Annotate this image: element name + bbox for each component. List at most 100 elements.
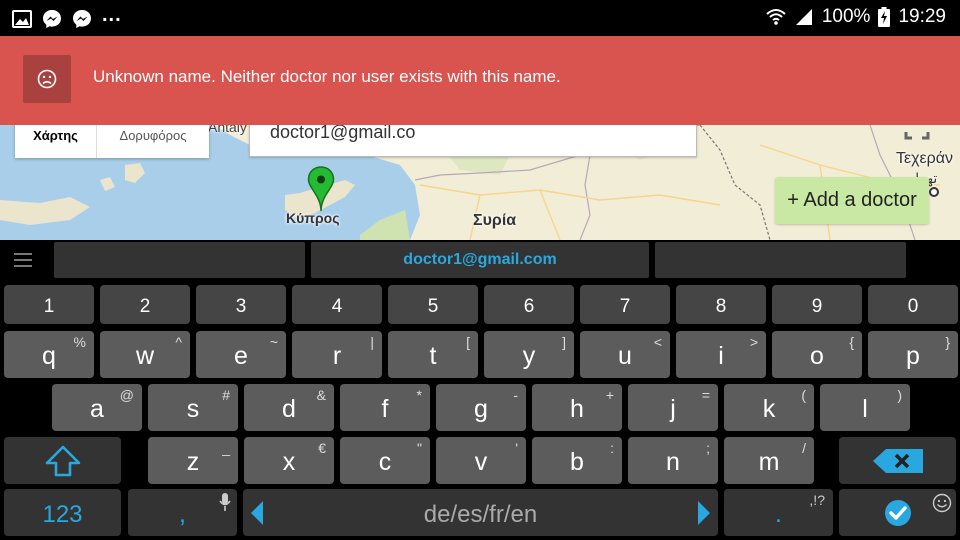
key-r-alt: |	[370, 334, 374, 350]
key-g-alt: -	[513, 387, 518, 403]
key-q-label: q	[42, 342, 56, 370]
key-u-alt: <	[653, 334, 662, 350]
battery-charging-icon	[878, 7, 891, 27]
arrow-left-icon	[251, 501, 263, 525]
key-m-alt: /	[802, 440, 806, 456]
key-d[interactable]: d &	[244, 384, 334, 431]
arrow-right-icon	[698, 501, 710, 525]
key-z-label: z	[186, 448, 200, 476]
keyboard-menu-icon[interactable]	[14, 253, 32, 267]
key-p[interactable]: p}	[868, 331, 958, 378]
key-0[interactable]: 0	[868, 285, 958, 324]
key-s-label: s	[186, 395, 200, 423]
key-e-alt: ~	[269, 334, 278, 350]
key-c-label: c	[378, 448, 392, 476]
key-z[interactable]: z _	[148, 437, 238, 484]
key-r[interactable]: r |	[292, 331, 382, 378]
key-n-label: n	[666, 448, 680, 476]
key-p-alt: }	[945, 334, 950, 350]
gallery-icon	[12, 9, 32, 28]
key-a-label: a	[90, 395, 104, 423]
more-notifications: ...	[102, 4, 122, 26]
key-o-alt: {	[849, 334, 854, 350]
key-m[interactable]: m /	[724, 437, 814, 484]
add-doctor-button[interactable]: + Add a doctor	[775, 177, 929, 224]
error-banner: Unknown name. Neither doctor nor user ex…	[0, 36, 960, 125]
key-7[interactable]: 7	[580, 285, 670, 324]
key-l[interactable]: l)	[820, 384, 910, 431]
key-6[interactable]: 6	[484, 285, 574, 324]
key-4[interactable]: 4	[292, 285, 382, 324]
suggestion-main[interactable]: doctor1@gmail.com	[311, 242, 649, 278]
key-u[interactable]: u <	[580, 331, 670, 378]
key-q[interactable]: q%	[4, 331, 94, 378]
key-1[interactable]: 1	[4, 285, 94, 324]
key-j[interactable]: j =	[628, 384, 718, 431]
key-e[interactable]: e ~	[196, 331, 286, 378]
key-f-label: f	[381, 395, 389, 423]
key-2[interactable]: 2	[100, 285, 190, 324]
enter-key[interactable]	[839, 489, 956, 536]
key-3[interactable]: 3	[196, 285, 286, 324]
key-c-alt: "	[417, 440, 422, 456]
key-x-alt: €	[318, 440, 326, 456]
key-f[interactable]: f *	[340, 384, 430, 431]
key-c[interactable]: c "	[340, 437, 430, 484]
symbols-key[interactable]: 123	[4, 489, 121, 536]
microphone-icon	[219, 493, 231, 511]
space-key[interactable]: de/es/fr/en	[243, 489, 718, 536]
key-g-label: g	[474, 395, 488, 423]
checkmark-icon	[884, 499, 911, 526]
shift-icon	[45, 445, 80, 476]
key-t-label: t	[429, 342, 437, 370]
key-i[interactable]: i >	[676, 331, 766, 378]
key-v[interactable]: v '	[436, 437, 526, 484]
key-x[interactable]: x €	[244, 437, 334, 484]
map-pin-icon[interactable]	[307, 166, 335, 212]
comma-key[interactable]: ,	[128, 489, 237, 536]
key-o-label: o	[810, 342, 824, 370]
key-9[interactable]: 9	[772, 285, 862, 324]
backspace-key[interactable]	[839, 437, 956, 484]
period-key[interactable]: . ,!?	[724, 489, 833, 536]
key-8[interactable]: 8	[676, 285, 766, 324]
key-l-alt: )	[897, 387, 902, 403]
key-y-alt: ]	[562, 334, 566, 350]
key-o[interactable]: o{	[772, 331, 862, 378]
key-n-alt: ;	[706, 440, 710, 456]
shift-key[interactable]	[4, 437, 121, 484]
battery-percent: 100%	[821, 6, 871, 27]
period-key-label: .	[775, 500, 782, 528]
sad-face-icon	[23, 55, 71, 103]
key-h-alt: +	[605, 387, 614, 403]
suggestion-right[interactable]	[655, 242, 906, 278]
key-5-label: 5	[427, 295, 439, 317]
map-label-tehran: Τεχεράν	[896, 150, 954, 167]
key-h[interactable]: h +	[532, 384, 622, 431]
key-v-label: v	[474, 448, 488, 476]
key-a[interactable]: a @	[52, 384, 142, 431]
key-s[interactable]: s #	[148, 384, 238, 431]
key-t[interactable]: t[	[388, 331, 478, 378]
key-9-label: 9	[811, 295, 823, 317]
key-y[interactable]: y]	[484, 331, 574, 378]
key-g[interactable]: g-	[436, 384, 526, 431]
key-8-label: 8	[715, 295, 727, 317]
key-l-label: l	[862, 395, 868, 423]
wifi-icon	[766, 9, 786, 25]
key-y-label: y	[522, 342, 536, 370]
key-1-label: 1	[43, 295, 55, 317]
key-b[interactable]: b:	[532, 437, 622, 484]
error-message: Unknown name. Neither doctor nor user ex…	[93, 67, 561, 86]
key-w[interactable]: w ^	[100, 331, 190, 378]
key-x-label: x	[282, 448, 296, 476]
key-f-alt: *	[416, 387, 422, 403]
key-u-label: u	[618, 342, 632, 370]
key-w-alt: ^	[175, 334, 182, 350]
key-k[interactable]: k(	[724, 384, 814, 431]
key-b-alt: :	[610, 440, 614, 456]
suggestion-left[interactable]	[54, 242, 305, 278]
key-n[interactable]: n;	[628, 437, 718, 484]
key-5[interactable]: 5	[388, 285, 478, 324]
period-key-alt: ,!?	[809, 492, 825, 508]
